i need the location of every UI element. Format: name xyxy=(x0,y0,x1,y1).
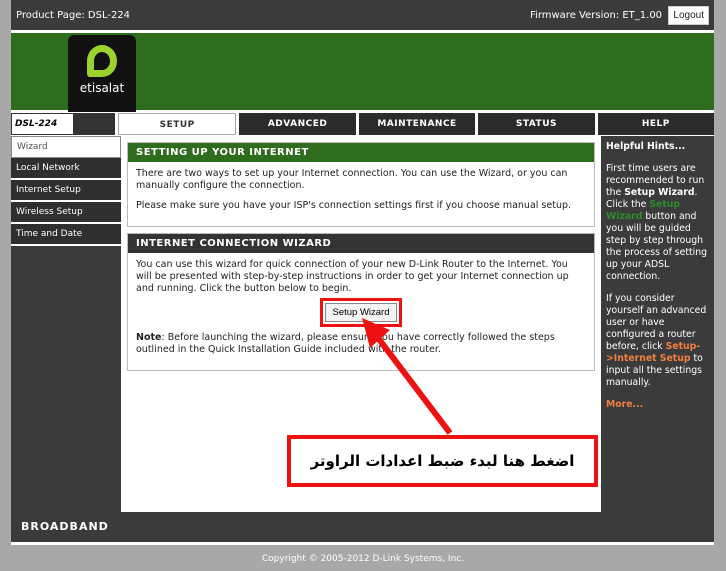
sidebar-item-wireless-setup[interactable]: Wireless Setup xyxy=(11,202,121,224)
footer-bar: BROADBAND xyxy=(11,512,714,542)
hints-title: Helpful Hints... xyxy=(606,141,686,152)
more-link[interactable]: More... xyxy=(606,399,643,410)
note-text: : Before launching the wizard, please en… xyxy=(136,332,555,355)
helpful-hints: Helpful Hints... First time users are re… xyxy=(601,136,714,512)
setup-internet-section: SETTING UP YOUR INTERNET There are two w… xyxy=(127,142,595,227)
tab-maintenance[interactable]: MAINTENANCE xyxy=(358,113,476,135)
sidebar-item-internet-setup[interactable]: Internet Setup xyxy=(11,180,121,202)
tab-advanced[interactable]: ADVANCED xyxy=(239,113,356,135)
section-title: INTERNET CONNECTION WIZARD xyxy=(128,234,594,253)
section-text: There are two ways to set up your Intern… xyxy=(136,168,568,191)
tab-setup[interactable]: SETUP xyxy=(118,113,237,135)
main-tabs: DSL-224 SETUP ADVANCED MAINTENANCE STATU… xyxy=(11,113,715,135)
logo-text: etisalat xyxy=(79,81,125,95)
sidebar-item-local-network[interactable]: Local Network xyxy=(11,158,121,180)
section-text: You can use this wizard for quick connec… xyxy=(136,259,569,294)
top-bar: Product Page: DSL-224 Firmware Version: … xyxy=(11,0,714,30)
section-title: SETTING UP YOUR INTERNET xyxy=(128,143,594,162)
logo-mark-icon xyxy=(87,45,117,77)
copyright: Copyright © 2005-2012 D-Link Systems, In… xyxy=(261,554,465,564)
section-text: Please make sure you have your ISP's con… xyxy=(136,200,572,211)
tab-help[interactable]: HELP xyxy=(597,113,715,135)
sidebar: Wizard Local Network Internet Setup Wire… xyxy=(11,136,121,512)
tab-status[interactable]: STATUS xyxy=(478,113,595,135)
firmware-label: Firmware Version: ET_1.00 xyxy=(530,9,663,21)
sidebar-item-time-and-date[interactable]: Time and Date xyxy=(11,224,121,246)
banner: etisalat xyxy=(11,33,714,112)
sidebar-item-wizard[interactable]: Wizard xyxy=(11,136,121,158)
arabic-callout: اضغط هنا لبدء ضبط اعدادات الراوتر xyxy=(287,435,598,487)
etisalat-logo: etisalat xyxy=(68,35,136,112)
product-label: Product Page: DSL-224 xyxy=(16,9,131,21)
note-label: Note xyxy=(136,332,162,343)
red-arrow-icon xyxy=(362,318,453,435)
hint-bold: Setup Wizard xyxy=(624,187,695,198)
logout-button[interactable]: Logout xyxy=(668,5,709,25)
model-label: DSL-224 xyxy=(11,113,115,135)
